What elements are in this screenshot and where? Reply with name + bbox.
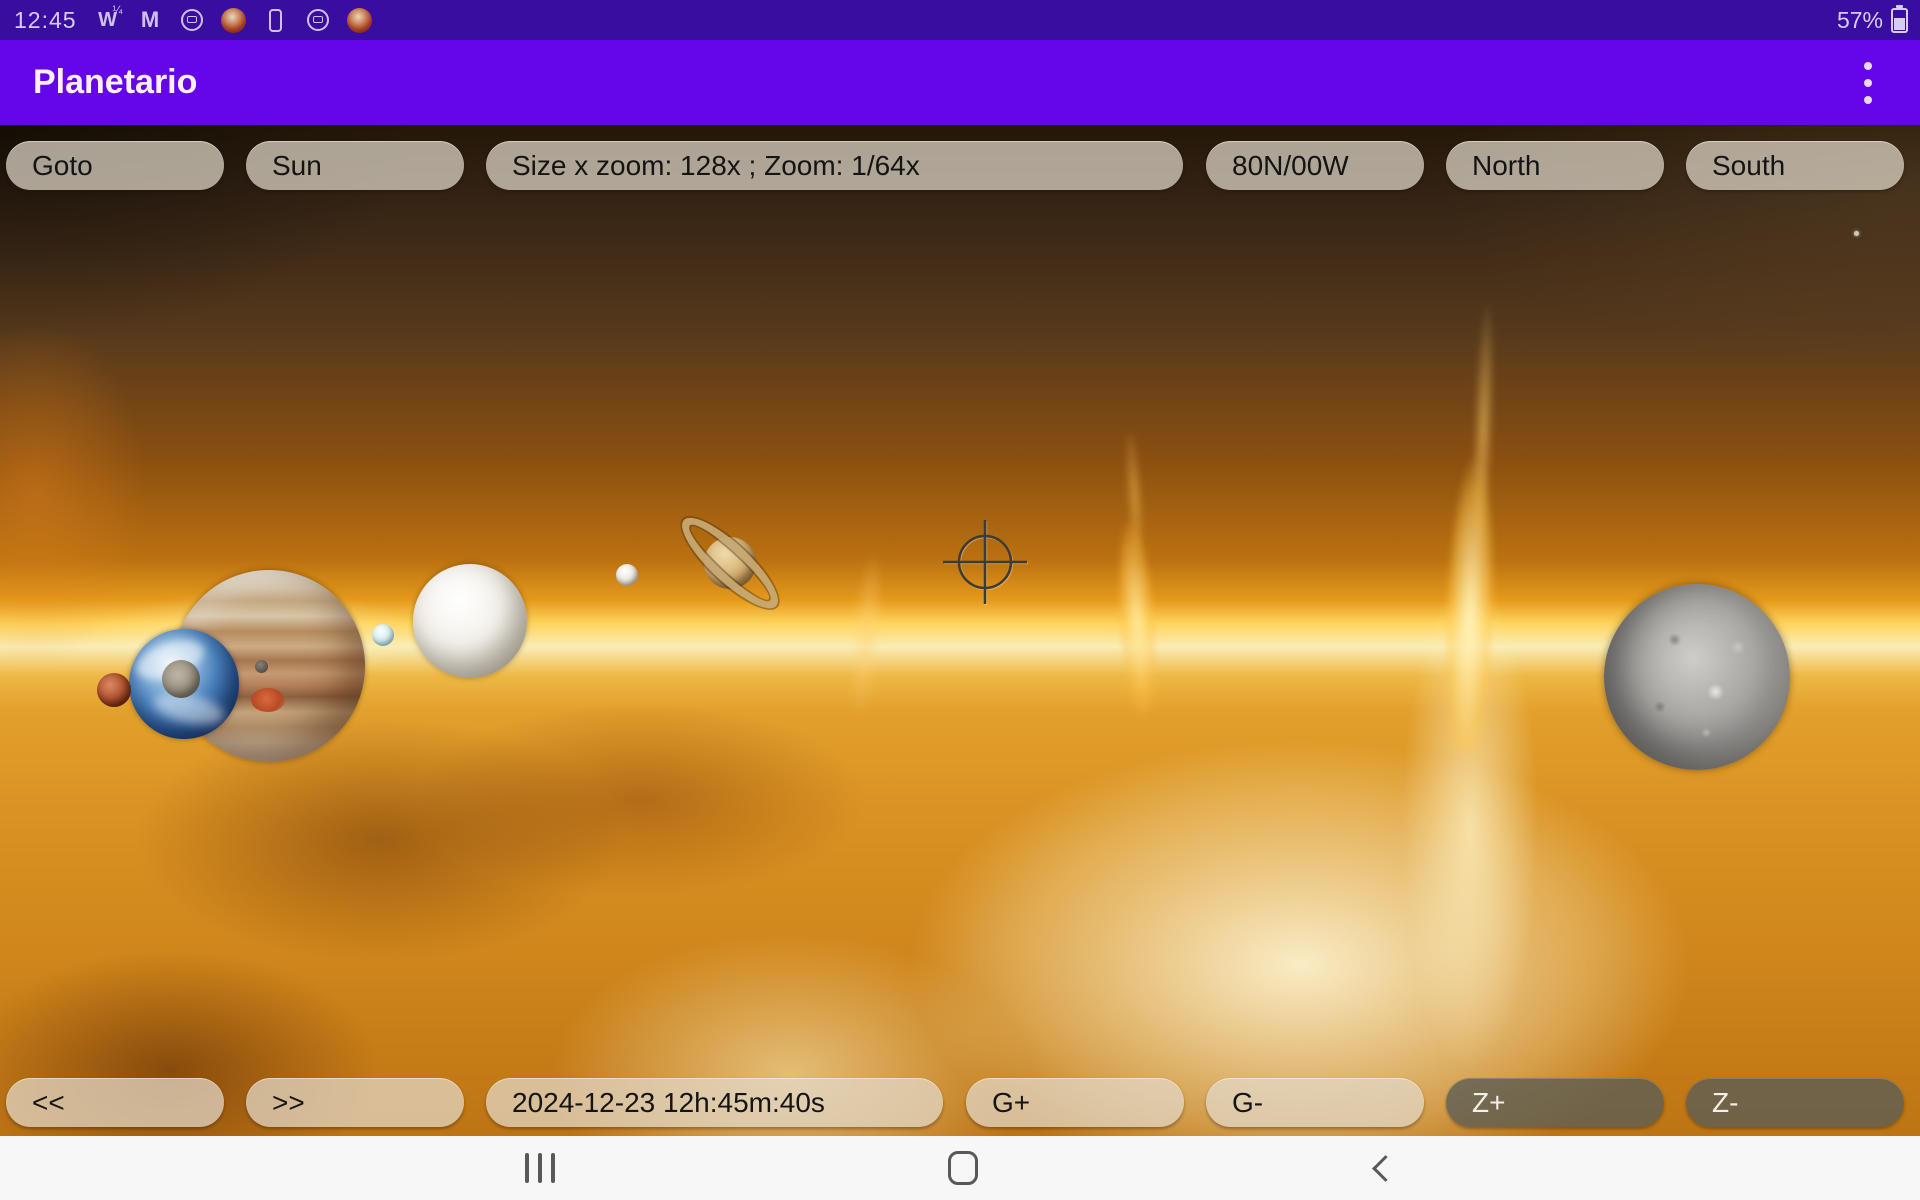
size-zoom-info-button[interactable]: Size x zoom: 128x ; Zoom: 1/64x <box>486 141 1183 190</box>
jupiter-moon-dot <box>255 660 268 673</box>
g-plus-button[interactable]: G+ <box>966 1078 1184 1127</box>
recents-icon[interactable] <box>390 1136 690 1200</box>
app-bar: Planetario <box>0 40 1920 125</box>
jupiter-red-spot <box>251 688 285 712</box>
planet-saturn[interactable] <box>666 499 794 627</box>
sky-view[interactable]: Goto Sun Size x zoom: 128x ; Zoom: 1/64x… <box>0 125 1920 1136</box>
planet-uranus[interactable] <box>616 564 638 586</box>
app-title: Planetario <box>33 63 197 102</box>
time-step-back-button[interactable]: << <box>6 1078 224 1127</box>
zoom-out-button[interactable]: Z- <box>1686 1078 1904 1127</box>
status-bar: 12:45 W¼ M 57% <box>0 0 1920 40</box>
back-icon[interactable] <box>1235 1136 1535 1200</box>
coordinates-button[interactable]: 80N/00W <box>1206 141 1424 190</box>
android-nav-bar <box>0 1136 1920 1200</box>
target-object-button[interactable]: Sun <box>246 141 464 190</box>
background-star <box>1854 231 1859 236</box>
circle-badge-icon <box>179 7 205 33</box>
solar-flare-small <box>1080 432 1189 718</box>
planet-neptune[interactable] <box>372 624 394 646</box>
clock: 12:45 <box>14 7 77 34</box>
battery-icon <box>1891 8 1908 33</box>
device-icon <box>263 7 289 33</box>
datetime-button[interactable]: 2024-12-23 12h:45m:40s <box>486 1078 943 1127</box>
weather-w-icon: W¼ <box>95 7 121 33</box>
moon-transit <box>162 660 200 698</box>
notification-icons: W¼ M <box>95 7 373 33</box>
home-icon[interactable] <box>813 1136 1113 1200</box>
battery-percent: 57% <box>1837 7 1883 34</box>
saturn-rings <box>671 506 789 620</box>
planet-mars[interactable] <box>97 673 131 707</box>
planet-earth[interactable] <box>129 629 239 739</box>
overflow-menu-icon[interactable] <box>1848 55 1888 111</box>
center-crosshair-icon <box>930 507 1040 617</box>
north-button[interactable]: North <box>1446 141 1664 190</box>
toolbar-top: Goto Sun Size x zoom: 128x ; Zoom: 1/64x… <box>0 141 1920 190</box>
colored-app-icon <box>221 7 247 33</box>
planetario-app-screen: 12:45 W¼ M 57% Planetario <box>0 0 1920 1200</box>
colored-app-icon-2 <box>347 7 373 33</box>
south-button[interactable]: South <box>1686 141 1904 190</box>
toolbar-bottom: << >> 2024-12-23 12h:45m:40s G+ G- Z+ Z- <box>0 1078 1920 1127</box>
solar-flare-wisp <box>820 472 921 718</box>
time-step-forward-button[interactable]: >> <box>246 1078 464 1127</box>
goto-button[interactable]: Goto <box>6 141 224 190</box>
g-minus-button[interactable]: G- <box>1206 1078 1424 1127</box>
planet-mercury[interactable] <box>1604 584 1790 770</box>
circle-badge-icon-2 <box>305 7 331 33</box>
mail-m-icon: M <box>137 7 163 33</box>
solar-flare-large <box>1417 298 1533 751</box>
planet-venus[interactable] <box>413 564 527 678</box>
zoom-in-button[interactable]: Z+ <box>1446 1078 1664 1127</box>
